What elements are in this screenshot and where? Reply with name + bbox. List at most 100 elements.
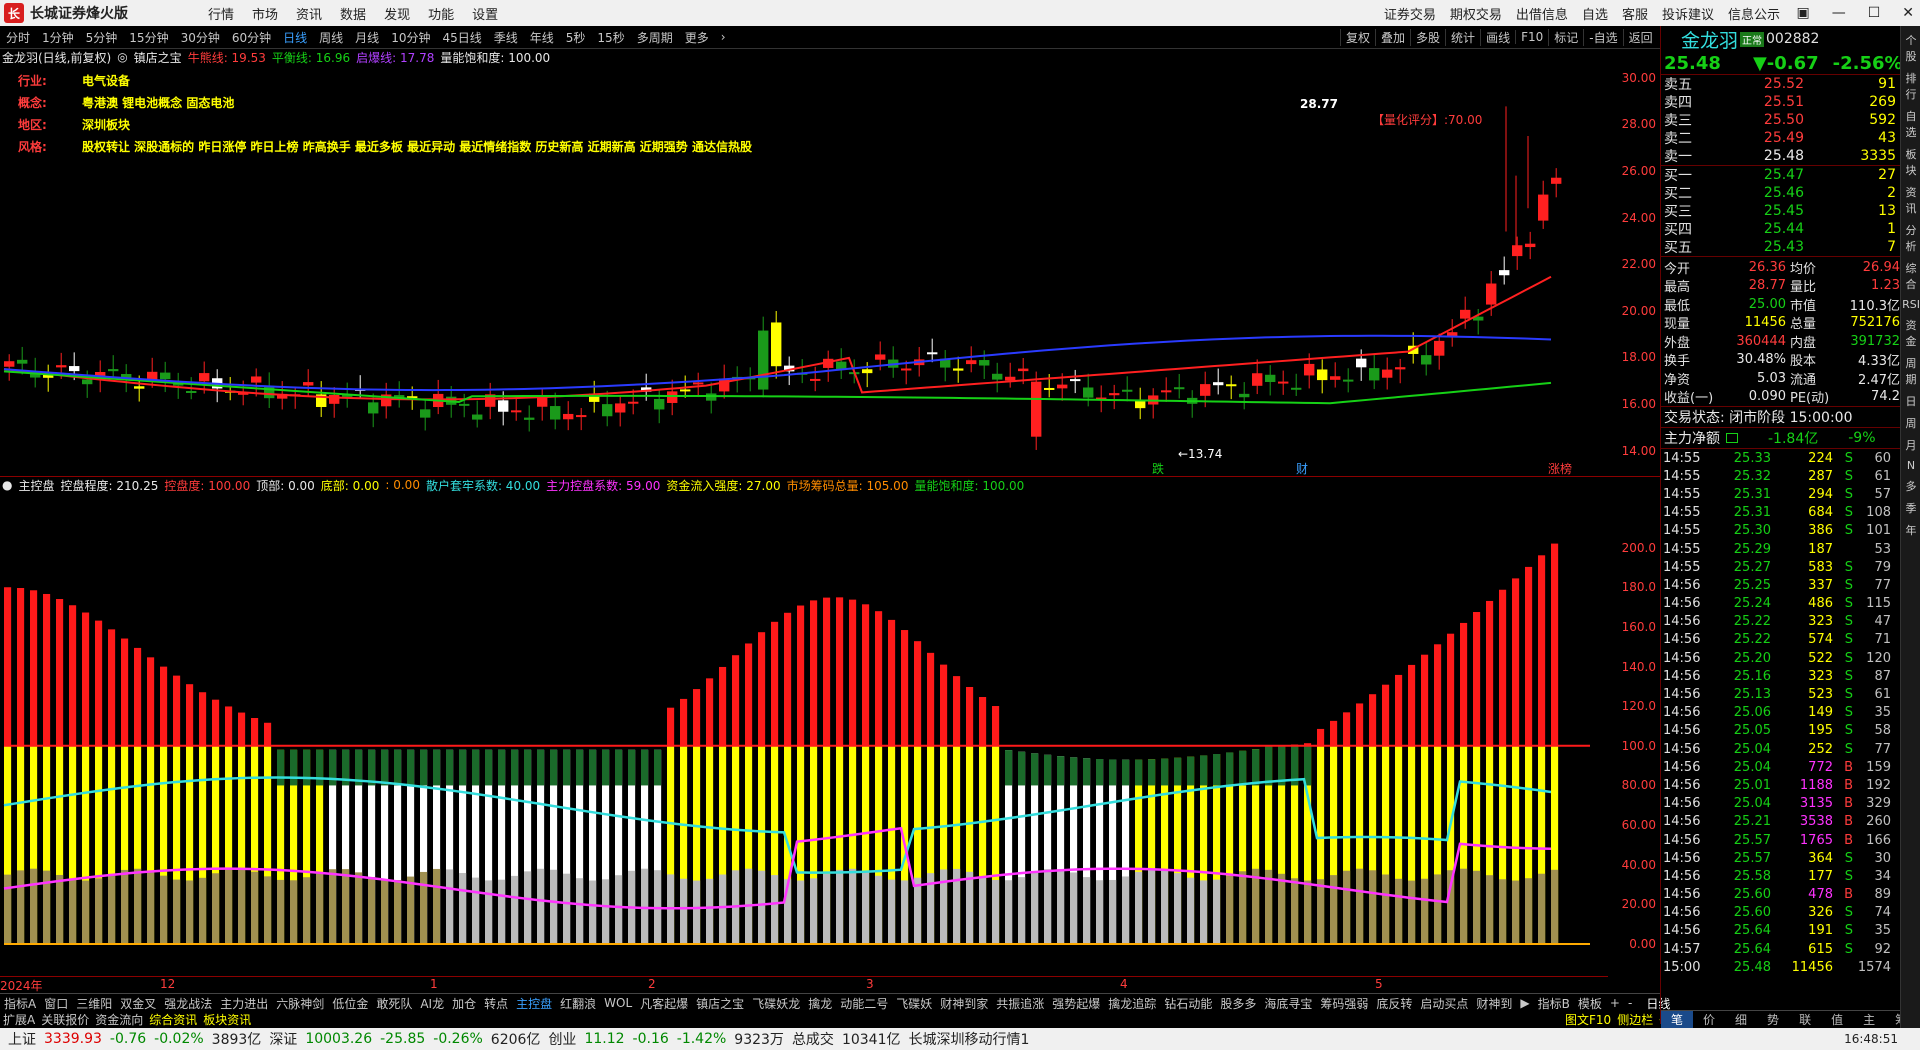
order-book-row[interactable]: 卖三 25.50 592: [1661, 111, 1901, 129]
indicator-tab[interactable]: 红翻浪: [556, 995, 600, 1012]
indicator-tab[interactable]: 指标A: [0, 995, 40, 1012]
indicator-tab[interactable]: 擒龙: [804, 995, 836, 1012]
indicator-tab[interactable]: 转点: [480, 995, 512, 1012]
order-book-row[interactable]: 卖二 25.49 43: [1661, 129, 1901, 147]
panel-tab[interactable]: 价: [1693, 1011, 1725, 1028]
sub-tab[interactable]: 资金流向: [92, 1011, 146, 1028]
indicator-right-tab[interactable]: 指标B: [1534, 995, 1574, 1012]
menu-item[interactable]: 发现: [384, 4, 410, 23]
period-tab[interactable]: 日线: [277, 29, 313, 46]
tool-button[interactable]: 复权: [1340, 28, 1375, 46]
stock-period-label[interactable]: 金龙羽(日线,前复权): [2, 49, 111, 66]
menu-item[interactable]: 资讯: [296, 4, 322, 23]
order-book-row[interactable]: 买五 25.43 7: [1661, 238, 1901, 256]
sidebar-item[interactable]: 周: [1901, 415, 1920, 431]
indicator-tab[interactable]: 主力进出: [216, 995, 272, 1012]
sidebar-item[interactable]: 分析: [1901, 222, 1920, 254]
sub-tab[interactable]: 综合资讯: [146, 1011, 200, 1028]
period-tab[interactable]: 更多: [679, 29, 715, 46]
right-menu-item[interactable]: 投诉建议: [1662, 4, 1714, 23]
indicator-tab[interactable]: 股多多: [1216, 995, 1260, 1012]
panel-tab[interactable]: 值: [1821, 1011, 1853, 1028]
right-menu-item[interactable]: 证券交易: [1384, 4, 1436, 23]
indicator-tab[interactable]: 启动买点: [1416, 995, 1472, 1012]
tool-button[interactable]: 统计: [1445, 28, 1480, 46]
indicator-tab[interactable]: WOL: [600, 996, 636, 1010]
sidebar-item[interactable]: 季: [1901, 500, 1920, 516]
period-tab[interactable]: 15分钟: [123, 29, 174, 46]
sidebar-item[interactable]: 个股: [1901, 32, 1920, 64]
sub-right-tab[interactable]: 图文F10: [1562, 1013, 1614, 1027]
sidebar-item[interactable]: 资讯: [1901, 184, 1920, 216]
right-menu-item[interactable]: 期权交易: [1450, 4, 1502, 23]
sidebar-item[interactable]: 排行: [1901, 70, 1920, 102]
panel-tab[interactable]: 主: [1853, 1011, 1885, 1028]
tool-button[interactable]: -自选: [1583, 28, 1622, 46]
menu-item[interactable]: 市场: [252, 4, 278, 23]
indicator-name[interactable]: 镇店之宝: [134, 49, 182, 66]
indicator-right-tab[interactable]: 模板: [1574, 995, 1606, 1012]
indicator-tab[interactable]: 六脉神剑: [272, 995, 328, 1012]
panel-tab[interactable]: 势: [1757, 1011, 1789, 1028]
order-book-row[interactable]: 卖五 25.52 91: [1661, 75, 1901, 93]
tool-button[interactable]: 画线: [1480, 28, 1515, 46]
sidebar-item[interactable]: N: [1901, 459, 1920, 472]
period-tab[interactable]: 季线: [488, 29, 524, 46]
sidebar-item[interactable]: 自选: [1901, 108, 1920, 140]
sub-tab[interactable]: 板块资讯: [200, 1011, 254, 1028]
indicator-right-tab[interactable]: +: [1606, 996, 1624, 1010]
indicator-tab[interactable]: 钻石动能: [1160, 995, 1216, 1012]
minimize-icon[interactable]: —: [1832, 5, 1846, 21]
indicator-tab[interactable]: 财神到家: [936, 995, 992, 1012]
scroll-right-icon[interactable]: ›: [715, 30, 732, 44]
menu-item[interactable]: 设置: [472, 4, 498, 23]
indicator-tab[interactable]: AI龙: [416, 995, 448, 1012]
tool-button[interactable]: 返回: [1622, 28, 1658, 46]
menu-item[interactable]: 功能: [428, 4, 454, 23]
period-tab[interactable]: 5分钟: [80, 29, 124, 46]
skin-icon[interactable]: ▣: [1796, 5, 1809, 21]
tool-button[interactable]: 叠加: [1375, 28, 1410, 46]
sidebar-item[interactable]: 板块: [1901, 146, 1920, 178]
sub-indicator-name[interactable]: 主控盘: [18, 477, 54, 494]
panel-tab[interactable]: 笔: [1661, 1011, 1694, 1028]
menu-item[interactable]: 行情: [208, 4, 234, 23]
indicator-tab[interactable]: 镇店之宝: [692, 995, 748, 1012]
sidebar-item[interactable]: 月: [1901, 437, 1920, 453]
sub-chart[interactable]: [0, 494, 1608, 974]
order-book-row[interactable]: 买二 25.46 2: [1661, 184, 1901, 202]
period-tab[interactable]: 10分钟: [385, 29, 436, 46]
event-mark[interactable]: 财: [1296, 460, 1308, 477]
right-menu-item[interactable]: 自选: [1582, 4, 1608, 23]
sidebar-item[interactable]: 日: [1901, 393, 1920, 409]
right-menu-item[interactable]: 客服: [1622, 4, 1648, 23]
panel-tab[interactable]: 细: [1725, 1011, 1757, 1028]
period-tab[interactable]: 5秒: [560, 29, 592, 46]
maximize-icon[interactable]: ☐: [1868, 5, 1881, 21]
price-chart[interactable]: [0, 66, 1608, 474]
period-tab[interactable]: 1分钟: [36, 29, 80, 46]
period-tab[interactable]: 分时: [0, 29, 36, 46]
indicator-tab[interactable]: 共振追涨: [992, 995, 1048, 1012]
tool-button[interactable]: 多股: [1410, 28, 1445, 46]
indicator-tab[interactable]: 动能二号: [836, 995, 892, 1012]
period-tab[interactable]: 60分钟: [226, 29, 277, 46]
indicator-right-tab[interactable]: -: [1624, 996, 1636, 1010]
indicator-tab[interactable]: 凡客起爆: [636, 995, 692, 1012]
indicator-tab[interactable]: 三维阳: [72, 995, 116, 1012]
scroll-right-icon[interactable]: ▶: [1516, 996, 1533, 1010]
period-tab[interactable]: 30分钟: [175, 29, 226, 46]
period-tab[interactable]: 45日线: [436, 29, 487, 46]
order-book-row[interactable]: 卖四 25.51 269: [1661, 93, 1901, 111]
indicator-tab[interactable]: 低位金: [328, 995, 372, 1012]
indicator-tab[interactable]: 海底寻宝: [1260, 995, 1316, 1012]
indicator-tab[interactable]: 敢死队: [372, 995, 416, 1012]
sidebar-item[interactable]: 年: [1901, 522, 1920, 538]
event-mark[interactable]: 跌: [1152, 460, 1164, 477]
indicator-tab[interactable]: 窗口: [40, 995, 72, 1012]
order-book-row[interactable]: 买一 25.47 27: [1661, 166, 1901, 184]
indicator-tab[interactable]: 主控盘: [512, 995, 556, 1012]
tool-button[interactable]: F10: [1515, 30, 1548, 44]
right-menu-item[interactable]: 出借信息: [1516, 4, 1568, 23]
order-book-row[interactable]: 买四 25.44 1: [1661, 220, 1901, 238]
